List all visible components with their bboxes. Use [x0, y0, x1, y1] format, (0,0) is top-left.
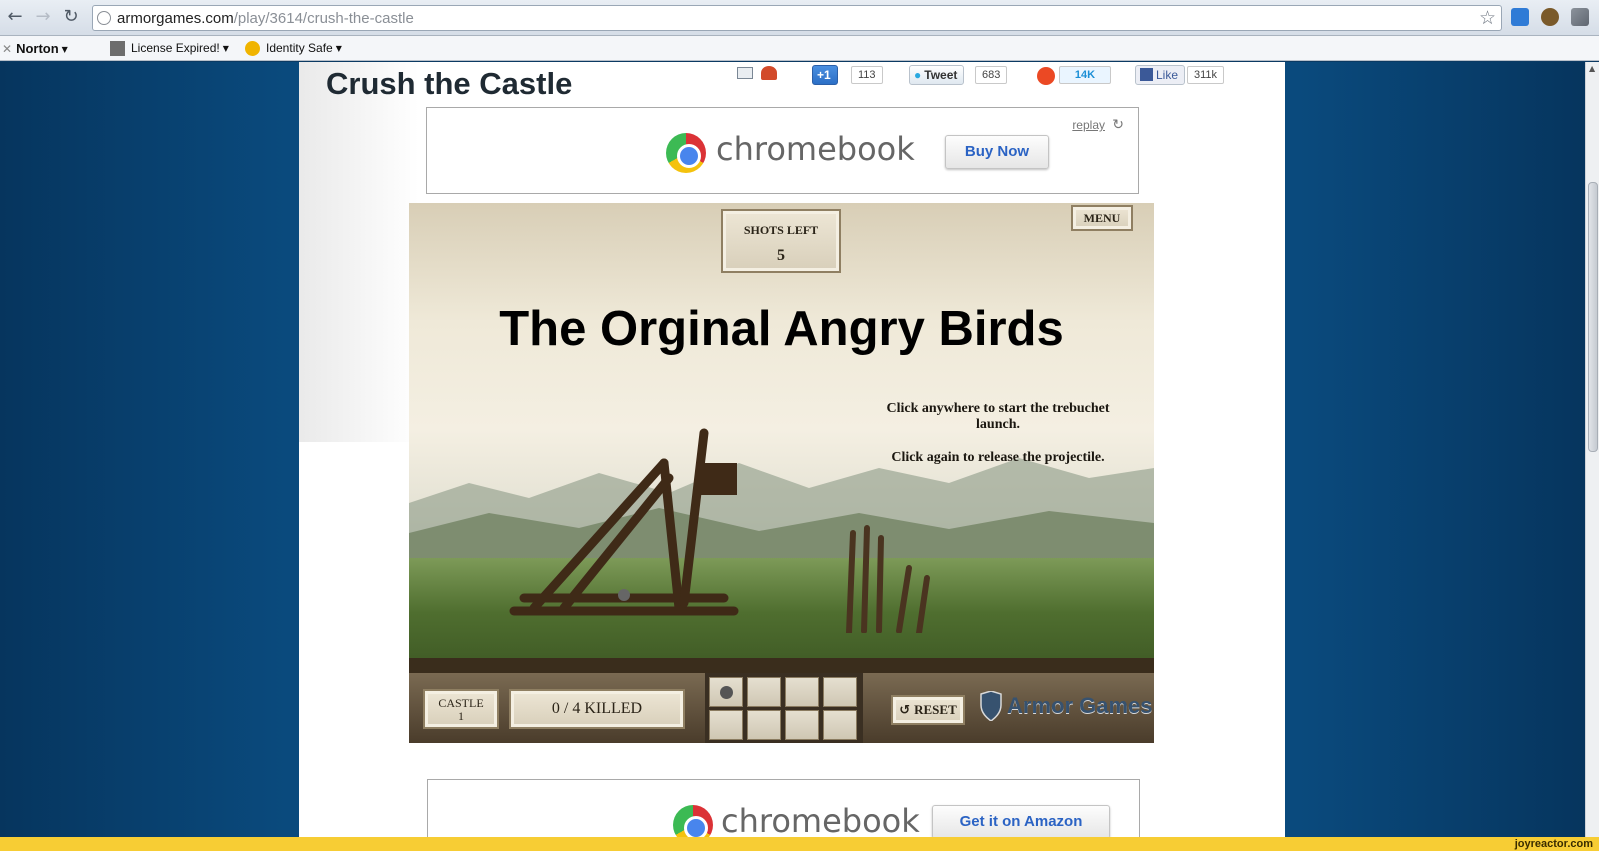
- reset-label: RESET: [914, 702, 957, 717]
- overlay-caption: The Orginal Angry Birds: [499, 302, 1064, 356]
- reset-button[interactable]: ↺ RESET: [891, 695, 965, 725]
- twitter-icon: ●: [914, 68, 922, 82]
- facebook-like-count: 311k: [1187, 66, 1225, 84]
- chevron-down-icon: ▼: [335, 44, 342, 54]
- armor-games-logo[interactable]: Armor Games: [979, 690, 1153, 722]
- inventory-slot[interactable]: [785, 677, 819, 707]
- bookmark-star-icon[interactable]: ☆: [1479, 7, 1496, 29]
- email-share-icon[interactable]: [737, 67, 753, 79]
- bookmarks-bar: ✕ Norton ▼ License Expired! ▼ Identity Safe…: [0, 36, 1599, 61]
- inventory-slot[interactable]: [709, 710, 743, 740]
- tweet-count: 683: [975, 66, 1008, 84]
- inventory-slot[interactable]: [709, 677, 743, 707]
- replay-link[interactable]: replay: [1072, 118, 1105, 132]
- license-expired-menu[interactable]: License Expired! ▼: [110, 41, 229, 57]
- gplus-count: 113: [851, 66, 883, 84]
- get-it-on-amazon-button[interactable]: Get it on Amazon: [932, 805, 1110, 839]
- license-label: License Expired!: [131, 41, 220, 55]
- inventory-slot[interactable]: [747, 710, 781, 740]
- armor-games-wordmark: Armor Games: [1007, 693, 1153, 718]
- page-title: Crush the Castle: [326, 66, 573, 101]
- inventory-slot[interactable]: [747, 677, 781, 707]
- address-bar-url[interactable]: armorgames.com/play/3614/crush-the-castl…: [117, 10, 414, 27]
- menu-button[interactable]: MENU: [1071, 205, 1133, 231]
- trebuchet: [509, 428, 739, 616]
- page-info-icon[interactable]: [97, 11, 111, 25]
- chrome-logo-icon: [673, 805, 713, 840]
- castle-number: 1: [458, 709, 464, 723]
- scroll-up-icon[interactable]: ▲: [1589, 64, 1595, 73]
- lock-icon: [245, 41, 260, 57]
- ad-brand: chromebook: [716, 130, 915, 168]
- favorite-icon[interactable]: [761, 66, 777, 80]
- chrome-logo-icon: [666, 133, 706, 173]
- inventory-slot[interactable]: [785, 710, 819, 740]
- ad-banner-bottom[interactable]: chromebook Get it on Amazon: [427, 779, 1140, 840]
- instruction-start: Click anywhere to start the trebuchet la…: [886, 401, 1110, 432]
- tweet-label: Tweet: [924, 68, 958, 82]
- replay-icon[interactable]: ↻: [1112, 117, 1124, 133]
- stone-icon: [720, 686, 733, 699]
- kill-counter: 0 / 4 KILLED: [509, 689, 685, 729]
- game-canvas[interactable]: SHOTS LEFT 5 MENU The Orginal Angry Bird…: [409, 203, 1154, 743]
- reload-icon[interactable]: ↻: [60, 6, 82, 28]
- vertical-scrollbar[interactable]: ▲: [1585, 62, 1599, 840]
- gplus-button[interactable]: +1: [812, 65, 838, 85]
- shots-left-label: SHOTS LEFT: [743, 223, 819, 237]
- page-viewport: Crush the Castle +1 113 ● Tweet 683 14K L…: [0, 62, 1585, 840]
- castle-plaque: CASTLE 1: [423, 689, 499, 729]
- forward-icon[interactable]: →: [32, 6, 54, 28]
- question-icon: [110, 41, 125, 57]
- extension-icon-blue[interactable]: [1511, 8, 1529, 26]
- chevron-down-icon: ▼: [61, 45, 68, 55]
- chevron-down-icon: ▼: [222, 44, 229, 54]
- stumbleupon-icon[interactable]: [1037, 67, 1055, 85]
- reset-icon: ↺: [899, 703, 911, 718]
- facebook-icon: [1140, 68, 1153, 81]
- facebook-like-button[interactable]: Like: [1135, 65, 1186, 85]
- projectile-inventory: [705, 673, 863, 743]
- shield-icon: [979, 690, 1003, 722]
- inventory-slot[interactable]: [823, 710, 857, 740]
- url-host: armorgames.com: [117, 10, 234, 27]
- url-path: /play/3614/crush-the-castle: [233, 10, 414, 27]
- address-bar[interactable]: armorgames.com/play/3614/crush-the-castl…: [92, 5, 1502, 31]
- scrollbar-thumb[interactable]: [1588, 182, 1598, 452]
- dirt-strip: [409, 658, 1154, 673]
- norton-menu[interactable]: ✕ Norton ▼: [2, 41, 68, 56]
- game-hud: CASTLE 1 0 / 4 KILLED ↺ RESET Armor Game…: [409, 673, 1154, 743]
- stakes-decoration: [846, 525, 930, 633]
- browser-toolbar: ← → ↻ armorgames.com/play/3614/crush-the…: [0, 0, 1599, 36]
- stumbleupon-count: 14K: [1059, 66, 1111, 84]
- buy-now-button[interactable]: Buy Now: [945, 135, 1049, 169]
- ad-banner-top[interactable]: chromebook Buy Now replay ↻: [426, 107, 1139, 194]
- shots-left-plaque: SHOTS LEFT 5: [721, 209, 841, 273]
- identity-safe-menu[interactable]: Identity Safe ▼: [245, 41, 342, 57]
- wrench-icon[interactable]: [1571, 8, 1589, 26]
- back-icon[interactable]: ←: [4, 6, 26, 28]
- extension-icon-gauge[interactable]: [1541, 8, 1559, 26]
- shots-left-value: 5: [777, 247, 785, 264]
- norton-label: Norton: [16, 41, 59, 56]
- content-column: Crush the Castle +1 113 ● Tweet 683 14K L…: [299, 62, 1285, 840]
- instruction-release: Click again to release the projectile.: [891, 450, 1105, 465]
- close-icon[interactable]: ✕: [2, 42, 12, 56]
- content-shadow: [299, 62, 419, 442]
- watermark-text: joyreactor.com: [1514, 838, 1593, 850]
- like-label: Like: [1156, 68, 1179, 82]
- tweet-button[interactable]: ● Tweet: [909, 65, 965, 85]
- watermark-bar: joyreactor.com: [0, 837, 1599, 851]
- inventory-slot[interactable]: [823, 677, 857, 707]
- ad-brand: chromebook: [721, 802, 920, 840]
- identity-label: Identity Safe: [266, 41, 333, 55]
